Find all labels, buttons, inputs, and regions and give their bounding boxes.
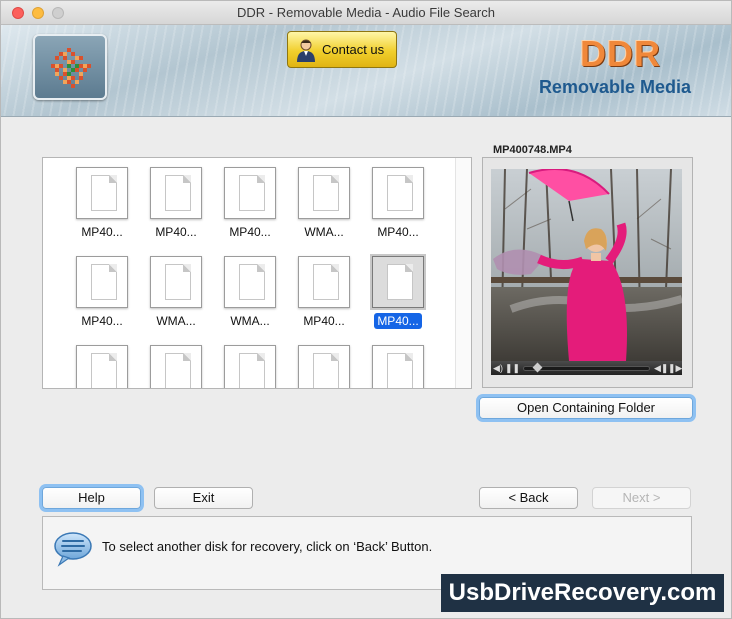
document-icon	[387, 264, 413, 300]
file-item[interactable]: WMA...	[141, 256, 211, 330]
file-name-label: WMA...	[304, 225, 344, 239]
file-name-label: WMA...	[156, 314, 196, 328]
document-icon	[387, 353, 413, 388]
header-banner: Contact us DDR Removable Media	[1, 25, 731, 117]
status-message: To select another disk for recovery, cli…	[102, 539, 433, 554]
exit-button[interactable]: Exit	[154, 487, 253, 509]
open-containing-folder-button[interactable]: Open Containing Folder	[479, 397, 693, 419]
file-thumbnail[interactable]	[224, 345, 276, 388]
file-name-label: MP40...	[81, 225, 123, 239]
document-icon	[313, 175, 339, 211]
app-logo	[33, 34, 107, 100]
document-icon	[91, 353, 117, 388]
file-name-label: MP40...	[374, 313, 422, 329]
media-controls: ◀) ❚❚ ◀❚ ❚▶	[491, 361, 682, 375]
document-icon	[91, 175, 117, 211]
file-name-label: WMA...	[230, 314, 270, 328]
document-icon	[165, 175, 191, 211]
document-icon	[387, 175, 413, 211]
file-thumbnail[interactable]	[372, 345, 424, 388]
file-item[interactable]	[215, 345, 285, 388]
file-thumbnail[interactable]	[224, 256, 276, 308]
file-item[interactable]: MP40...	[67, 167, 137, 241]
speech-bubble-icon	[54, 532, 92, 567]
file-item[interactable]	[289, 345, 359, 388]
file-item[interactable]: MP40...	[215, 167, 285, 241]
file-thumbnail[interactable]	[372, 167, 424, 219]
file-item[interactable]: MP40...	[363, 256, 433, 330]
document-icon	[165, 264, 191, 300]
app-window: DDR - Removable Media - Audio File Searc…	[0, 0, 732, 619]
file-item[interactable]: MP40...	[67, 256, 137, 330]
preview-title: MP400748.MP4	[489, 144, 576, 156]
file-grid[interactable]: MP40... MP40... MP40... WMA... MP40... MP40..…	[42, 157, 472, 389]
file-item[interactable]: MP40...	[363, 167, 433, 241]
document-icon	[239, 175, 265, 211]
window-title: DDR - Removable Media - Audio File Searc…	[237, 5, 495, 20]
document-icon	[91, 264, 117, 300]
brand-subtitle: Removable Media	[538, 77, 691, 97]
file-name-label: MP40...	[303, 314, 345, 328]
file-name-label: MP40...	[377, 225, 419, 239]
file-item[interactable]	[363, 345, 433, 388]
file-name-label: MP40...	[229, 225, 271, 239]
document-icon	[239, 264, 265, 300]
file-item[interactable]: WMA...	[215, 256, 285, 330]
file-item[interactable]: WMA...	[289, 167, 359, 241]
file-thumbnail[interactable]	[298, 256, 350, 308]
file-name-label: MP40...	[155, 225, 197, 239]
file-item[interactable]: MP40...	[289, 256, 359, 330]
brand-title: DDR	[580, 33, 661, 74]
document-icon	[165, 353, 191, 388]
pause-icon[interactable]: ❚❚	[505, 361, 520, 375]
next-button: Next >	[592, 487, 691, 509]
file-thumbnail[interactable]	[150, 345, 202, 388]
help-button[interactable]: Help	[42, 487, 141, 509]
file-thumbnail[interactable]	[76, 256, 128, 308]
file-item[interactable]: MP40...	[141, 167, 211, 241]
file-name-label: MP40...	[81, 314, 123, 328]
file-thumbnail[interactable]	[298, 345, 350, 388]
file-item[interactable]	[141, 345, 211, 388]
watermark-banner: UsbDriveRecovery.com	[441, 574, 724, 612]
rewind-icon[interactable]: ◀❚	[654, 361, 668, 375]
file-thumbnail[interactable]	[150, 167, 202, 219]
file-thumbnail[interactable]	[372, 256, 424, 308]
file-thumbnail[interactable]	[76, 167, 128, 219]
document-icon	[239, 353, 265, 388]
volume-icon[interactable]: ◀)	[491, 361, 505, 375]
seek-slider[interactable]	[523, 362, 650, 372]
support-person-icon	[297, 39, 315, 62]
forward-icon[interactable]: ❚▶	[668, 361, 682, 375]
title-bar: DDR - Removable Media - Audio File Searc…	[1, 1, 731, 25]
document-icon	[313, 264, 339, 300]
file-thumbnail[interactable]	[150, 256, 202, 308]
file-thumbnail[interactable]	[76, 345, 128, 388]
back-button[interactable]: < Back	[479, 487, 578, 509]
document-icon	[313, 353, 339, 388]
seek-knob[interactable]	[532, 362, 543, 372]
video-preview-image	[491, 169, 682, 361]
logo-checker-icon	[51, 48, 91, 88]
contact-us-button[interactable]: Contact us	[287, 31, 397, 68]
file-item[interactable]	[67, 345, 137, 388]
file-grid-scrollbar[interactable]	[455, 158, 471, 388]
contact-us-label: Contact us	[322, 42, 385, 57]
file-thumbnail[interactable]	[298, 167, 350, 219]
file-thumbnail[interactable]	[224, 167, 276, 219]
